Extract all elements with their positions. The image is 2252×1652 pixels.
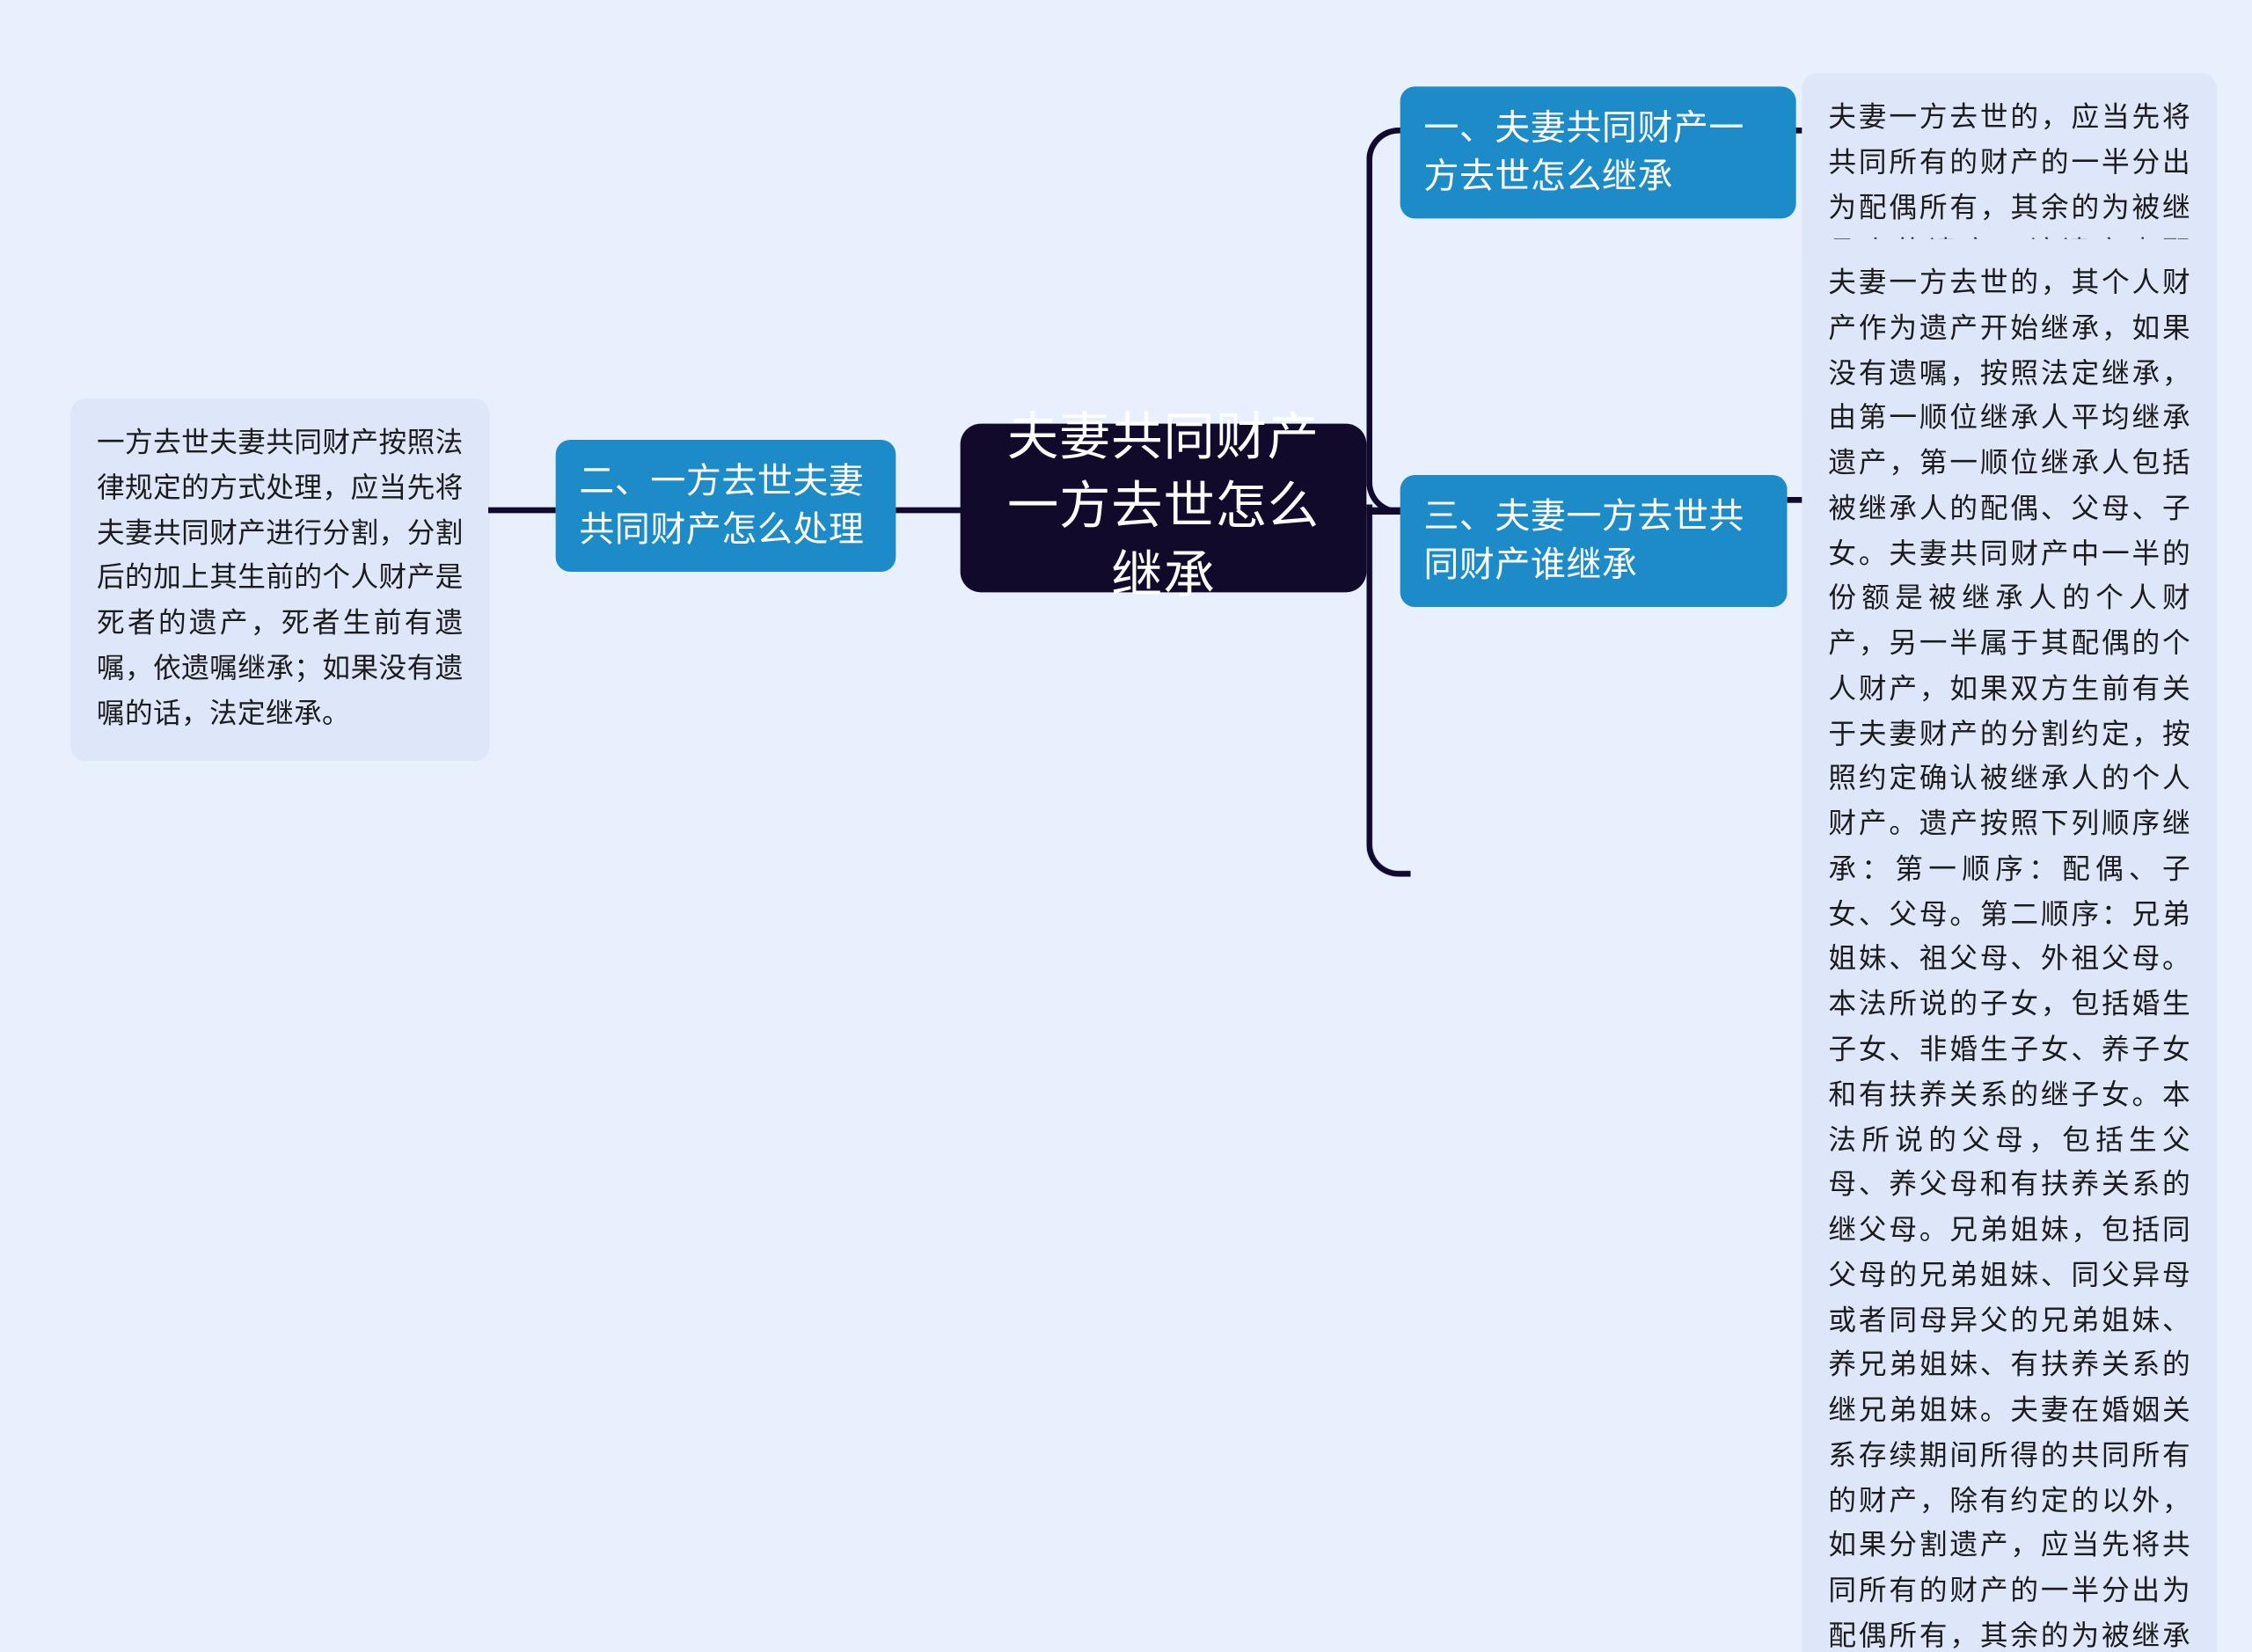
branch-node-2[interactable]: 二、一方去世夫妻共同财产怎么处理 — [555, 440, 896, 573]
root-node[interactable]: 夫妻共同财产一方去世怎么继承 — [960, 409, 1367, 604]
connector-branch2-to-root — [896, 507, 962, 514]
branch-node-1[interactable]: 一、夫妻共同财产一方去世怎么继承 — [1400, 86, 1796, 219]
branch-node-3[interactable]: 三、夫妻一方去世共同财产谁继承 — [1400, 475, 1788, 608]
mindmap-canvas: 一方去世夫妻共同财产按照法律规定的方式处理，应当先将夫妻共同财产进行分割，分割后… — [0, 0, 2252, 1652]
leaf-card-branch-2: 一方去世夫妻共同财产按照法律规定的方式处理，应当先将夫妻共同财产进行分割，分割后… — [70, 398, 490, 762]
connector-leaf2-to-branch2 — [488, 507, 556, 514]
leaf-card-branch-3: 夫妻一方去世的，其个人财产作为遗产开始继承，如果没有遗嘱，按照法定继承，由第一顺… — [1802, 238, 2217, 1652]
